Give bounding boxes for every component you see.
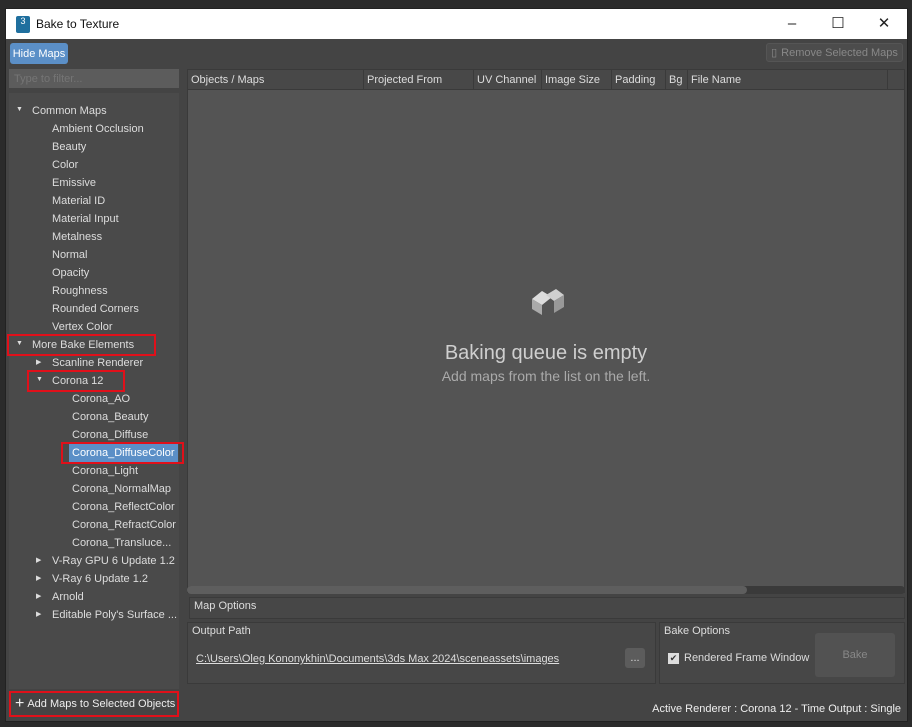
checkmark-icon: ✔ <box>668 652 679 664</box>
tree-item[interactable]: Opacity <box>52 264 89 282</box>
status-text: Active Renderer : Corona 12 - Time Outpu… <box>652 703 901 715</box>
tree-item[interactable]: Corona_Diffuse <box>72 426 148 444</box>
map-options-group[interactable]: Map Options <box>189 597 905 619</box>
output-path-group: Output Path C:\Users\Oleg Kononykhin\Doc… <box>187 622 656 684</box>
output-path-link[interactable]: C:\Users\Oleg Kononykhin\Documents\3ds M… <box>196 653 559 665</box>
empty-state: Baking queue is empty Add maps from the … <box>188 285 904 384</box>
expand-arrow-right-icon[interactable]: ▶ <box>36 574 41 582</box>
rendered-frame-window-checkbox[interactable]: ✔ Rendered Frame Window <box>668 652 809 664</box>
tree-item[interactable]: Metalness <box>52 228 102 246</box>
baking-queue-table: Objects / Maps Projected From UV Channel Im… <box>187 69 905 593</box>
tree-item[interactable]: Corona_AO <box>72 390 130 408</box>
expand-arrow-down-icon[interactable]: ▼ <box>16 106 23 113</box>
expand-arrow-right-icon[interactable]: ▶ <box>36 610 41 618</box>
tree-item[interactable]: Material ID <box>52 192 105 210</box>
trash-icon: ▯ <box>771 47 778 59</box>
tree-item[interactable]: Scanline Renderer <box>52 354 143 372</box>
expand-arrow-right-icon[interactable]: ▶ <box>36 556 41 564</box>
tree-item[interactable]: Material Input <box>52 210 119 228</box>
bake-to-texture-window: 3 Bake to Texture – ☐ ✕ Hide Maps ▯ Remov… <box>5 8 908 722</box>
highlight-box <box>7 334 156 356</box>
tree-item[interactable]: Arnold <box>52 588 84 606</box>
tree-item[interactable]: Emissive <box>52 174 96 192</box>
maximize-icon[interactable]: ☐ <box>815 9 861 39</box>
hide-maps-button[interactable]: Hide Maps <box>10 43 68 64</box>
column-header[interactable]: Image Size <box>542 70 612 89</box>
table-header: Objects / Maps Projected From UV Channel Im… <box>188 70 904 90</box>
tree-item[interactable]: Corona_RefractColor <box>72 516 176 534</box>
empty-title: Baking queue is empty <box>444 342 648 364</box>
tree-item[interactable]: Corona_ReflectColor <box>72 498 175 516</box>
app-icon: 3 <box>16 15 30 33</box>
tree-item[interactable]: Corona_NormalMap <box>72 480 171 498</box>
horizontal-scrollbar[interactable] <box>187 586 905 594</box>
column-header[interactable]: Projected From <box>364 70 474 89</box>
column-header[interactable]: UV Channel <box>474 70 542 89</box>
column-header[interactable]: Objects / Maps <box>188 70 364 89</box>
remove-selected-maps-button[interactable]: ▯ Remove Selected Maps <box>766 43 903 62</box>
expand-arrow-right-icon[interactable]: ▶ <box>36 358 41 366</box>
add-maps-button[interactable]: + Add Maps to Selected Objects <box>9 691 179 717</box>
window-title: Bake to Texture <box>36 17 120 31</box>
tree-item[interactable]: Corona_Light <box>72 462 138 480</box>
tree-item[interactable]: V-Ray GPU 6 Update 1.2 <box>52 552 175 570</box>
close-icon[interactable]: ✕ <box>861 9 907 39</box>
expand-arrow-right-icon[interactable]: ▶ <box>36 592 41 600</box>
tree-item[interactable]: Rounded Corners <box>52 300 139 318</box>
tree-item[interactable]: V-Ray 6 Update 1.2 <box>52 570 148 588</box>
tree-item[interactable]: Normal <box>52 246 87 264</box>
column-header[interactable]: Bg <box>666 70 688 89</box>
bake-button[interactable]: Bake <box>815 633 895 677</box>
tree-item[interactable]: Color <box>52 156 78 174</box>
tree-item[interactable]: Corona_Transluce... <box>72 534 171 552</box>
filter-input[interactable] <box>9 69 179 88</box>
tree-item[interactable]: Corona_Beauty <box>72 408 148 426</box>
plus-icon: + <box>15 695 25 712</box>
cube-icon <box>532 289 564 315</box>
maps-tree: ▼ Common Maps Ambient Occlusion Beauty Color… <box>7 93 184 689</box>
tree-item[interactable]: Ambient Occlusion <box>52 120 144 138</box>
highlight-box <box>61 442 184 464</box>
bake-options-group: Bake Options ✔ Rendered Frame Window Bake <box>659 622 905 684</box>
tree-item[interactable]: Vertex Color <box>52 318 113 336</box>
browse-button[interactable]: ... <box>625 648 645 668</box>
column-header[interactable]: Padding <box>612 70 666 89</box>
tree-item[interactable]: Common Maps <box>32 102 107 120</box>
tree-item[interactable]: Editable Poly's Surface ... <box>52 606 177 624</box>
column-header[interactable]: File Name <box>688 70 888 89</box>
tree-item[interactable]: Roughness <box>52 282 108 300</box>
highlight-box <box>27 370 125 392</box>
title-bar: 3 Bake to Texture – ☐ ✕ <box>6 9 907 39</box>
tree-item[interactable]: Beauty <box>52 138 86 156</box>
minimize-icon[interactable]: – <box>769 9 815 39</box>
empty-subtitle: Add maps from the list on the left. <box>441 368 651 384</box>
